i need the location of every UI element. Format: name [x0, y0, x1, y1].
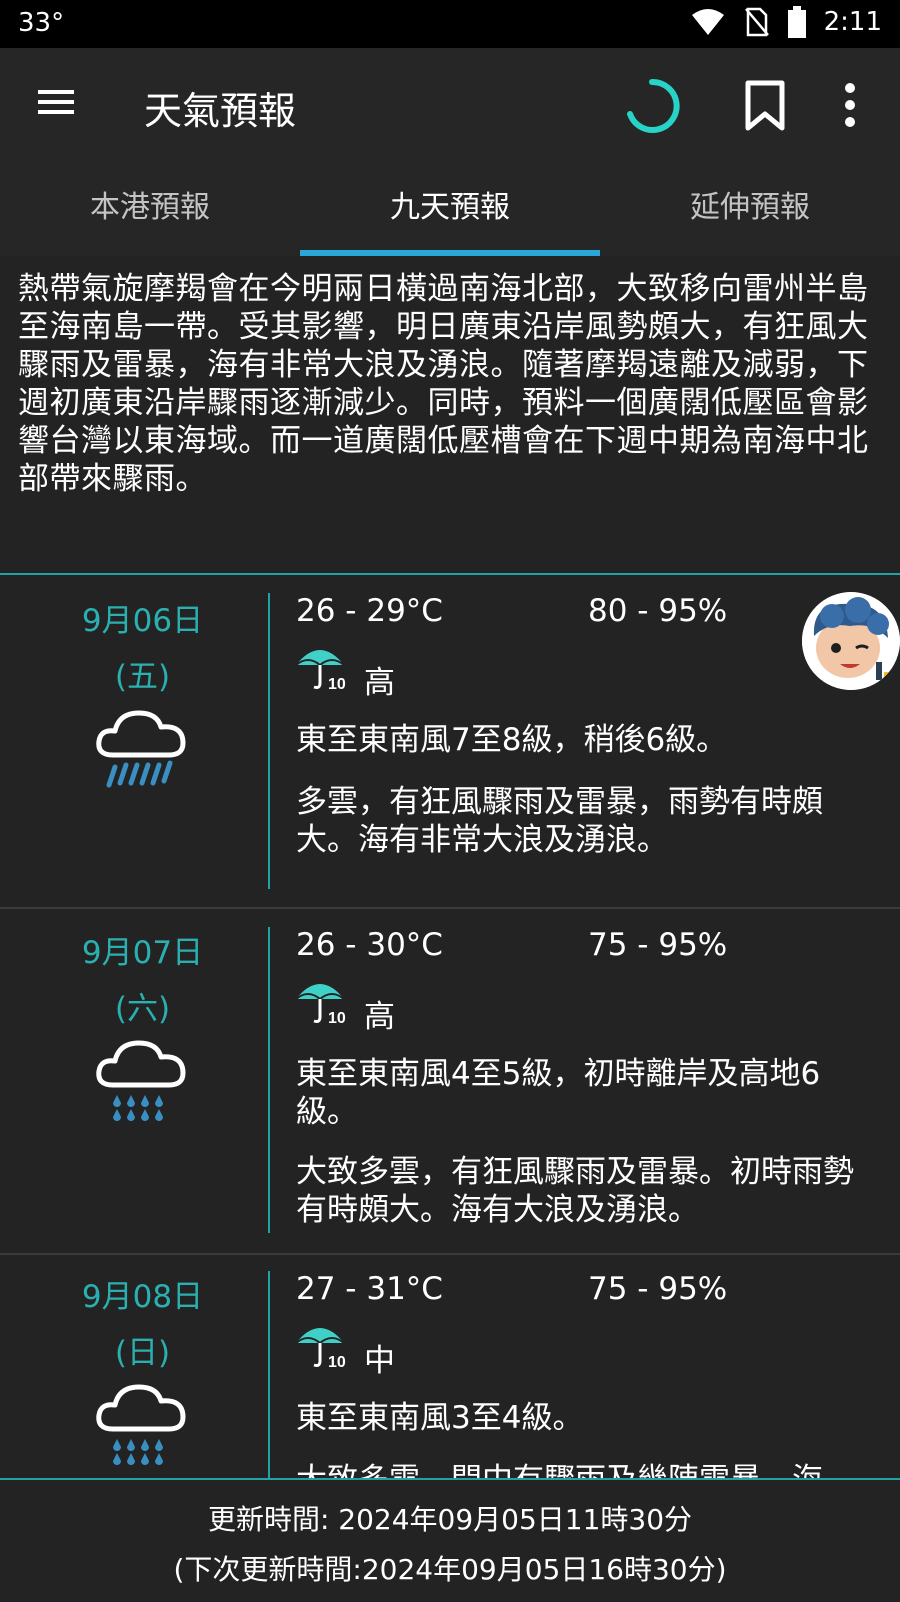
tab-bar: 本港預報 九天預報 延伸預報	[0, 160, 900, 256]
status-time: 2:11	[823, 7, 882, 37]
heavy-rain-icon	[96, 710, 186, 788]
umbrella-icon: 10	[295, 984, 346, 1025]
bookmark-icon[interactable]	[744, 80, 786, 132]
forecast-day-item: 9月07日 (六) 26 - 30°C 75 - 95% 10 高 東至東南風4…	[0, 909, 900, 1255]
weather-description: 大致多雲，有狂風驟雨及雷暴。初時雨勢有時頗大。海有大浪及湧浪。	[296, 1154, 854, 1228]
forecast-day-item: 9月08日 (日) 27 - 31°C 75 - 95% 10 中 東至東南風3…	[0, 1255, 900, 1478]
next-update-time-text: (下次更新時間:2024年09月05日16時30分)	[173, 1553, 727, 1586]
temperature-range: 27 - 31°C	[296, 1271, 443, 1307]
svg-text:10: 10	[328, 1010, 346, 1025]
more-vert-icon[interactable]	[842, 82, 858, 128]
rain-probability-text: 高	[364, 999, 395, 1035]
tab-nine-day-forecast[interactable]: 九天預報	[300, 160, 600, 256]
update-time-footer: 更新時間: 2024年09月05日11時30分 (下次更新時間:2024年09月…	[0, 1478, 900, 1602]
umbrella-icon: 10	[295, 1328, 346, 1369]
svg-text:10: 10	[328, 676, 346, 691]
humidity-range: 80 - 95%	[588, 593, 728, 629]
temperature-range: 26 - 29°C	[296, 593, 443, 629]
temperature-range: 26 - 30°C	[296, 927, 443, 963]
mascot-face-icon	[802, 592, 900, 690]
mascot-avatar-button[interactable]	[802, 592, 900, 690]
tab-extended-forecast[interactable]: 延伸預報	[600, 160, 900, 256]
forecast-weekday: (日)	[114, 1335, 171, 1371]
battery-icon	[787, 6, 806, 38]
status-bar: 33° 2:11	[0, 0, 900, 48]
wind-text: 東至東南風4至5級，初時離岸及高地6級。	[296, 1056, 821, 1130]
humidity-range: 75 - 95%	[588, 927, 728, 963]
svg-text:10: 10	[328, 1354, 346, 1369]
forecast-weekday: (五)	[114, 659, 171, 695]
rain-probability-text: 高	[364, 665, 395, 701]
rain-probability-text: 中	[364, 1343, 395, 1379]
refresh-spinner-icon[interactable]	[624, 78, 680, 134]
app-bar: 天氣預報	[0, 48, 900, 160]
wind-text: 東至東南風3至4級。	[296, 1400, 584, 1436]
wifi-icon	[691, 9, 724, 35]
forecast-date: 9月07日	[81, 935, 204, 971]
app-title: 天氣預報	[144, 89, 297, 133]
column-divider	[268, 927, 270, 1233]
column-divider	[268, 1271, 270, 1478]
status-icons: 2:11	[690, 6, 882, 38]
umbrella-icon: 10	[295, 650, 346, 691]
status-temperature: 33°	[18, 8, 65, 38]
menu-icon[interactable]	[36, 82, 76, 122]
weather-description: 多雲，有狂風驟雨及雷暴，雨勢有時頗大。海有非常大浪及湧浪。	[296, 784, 823, 858]
column-divider	[268, 593, 270, 889]
general-situation-text: 熱帶氣旋摩羯會在今明兩日橫過南海北部，大致移向雷州半島至海南島一帶。受其影響，明…	[18, 271, 869, 497]
update-time-text: 更新時間: 2024年09月05日11時30分	[207, 1503, 693, 1536]
forecast-day-item: 9月06日 (五) 26 - 29°C 80 - 95% 10 高 東至東南風7…	[0, 575, 900, 907]
no-sim-icon	[744, 7, 769, 37]
humidity-range: 75 - 95%	[588, 1271, 728, 1307]
weather-description: 大致多雲，間中有驟雨及幾陣雷暴。海	[296, 1461, 876, 1478]
showers-icon	[96, 1040, 186, 1121]
tab-indicator	[300, 250, 600, 256]
forecast-date: 9月08日	[81, 1279, 204, 1315]
forecast-weekday: (六)	[114, 991, 171, 1027]
tab-local-forecast[interactable]: 本港預報	[0, 160, 300, 256]
wind-text: 東至東南風7至8級，稍後6級。	[296, 722, 728, 758]
forecast-date: 9月06日	[81, 603, 204, 639]
forecast-list[interactable]: 9月06日 (五) 26 - 29°C 80 - 95% 10 高 東至東南風7…	[0, 575, 900, 1478]
showers-icon	[96, 1384, 186, 1465]
